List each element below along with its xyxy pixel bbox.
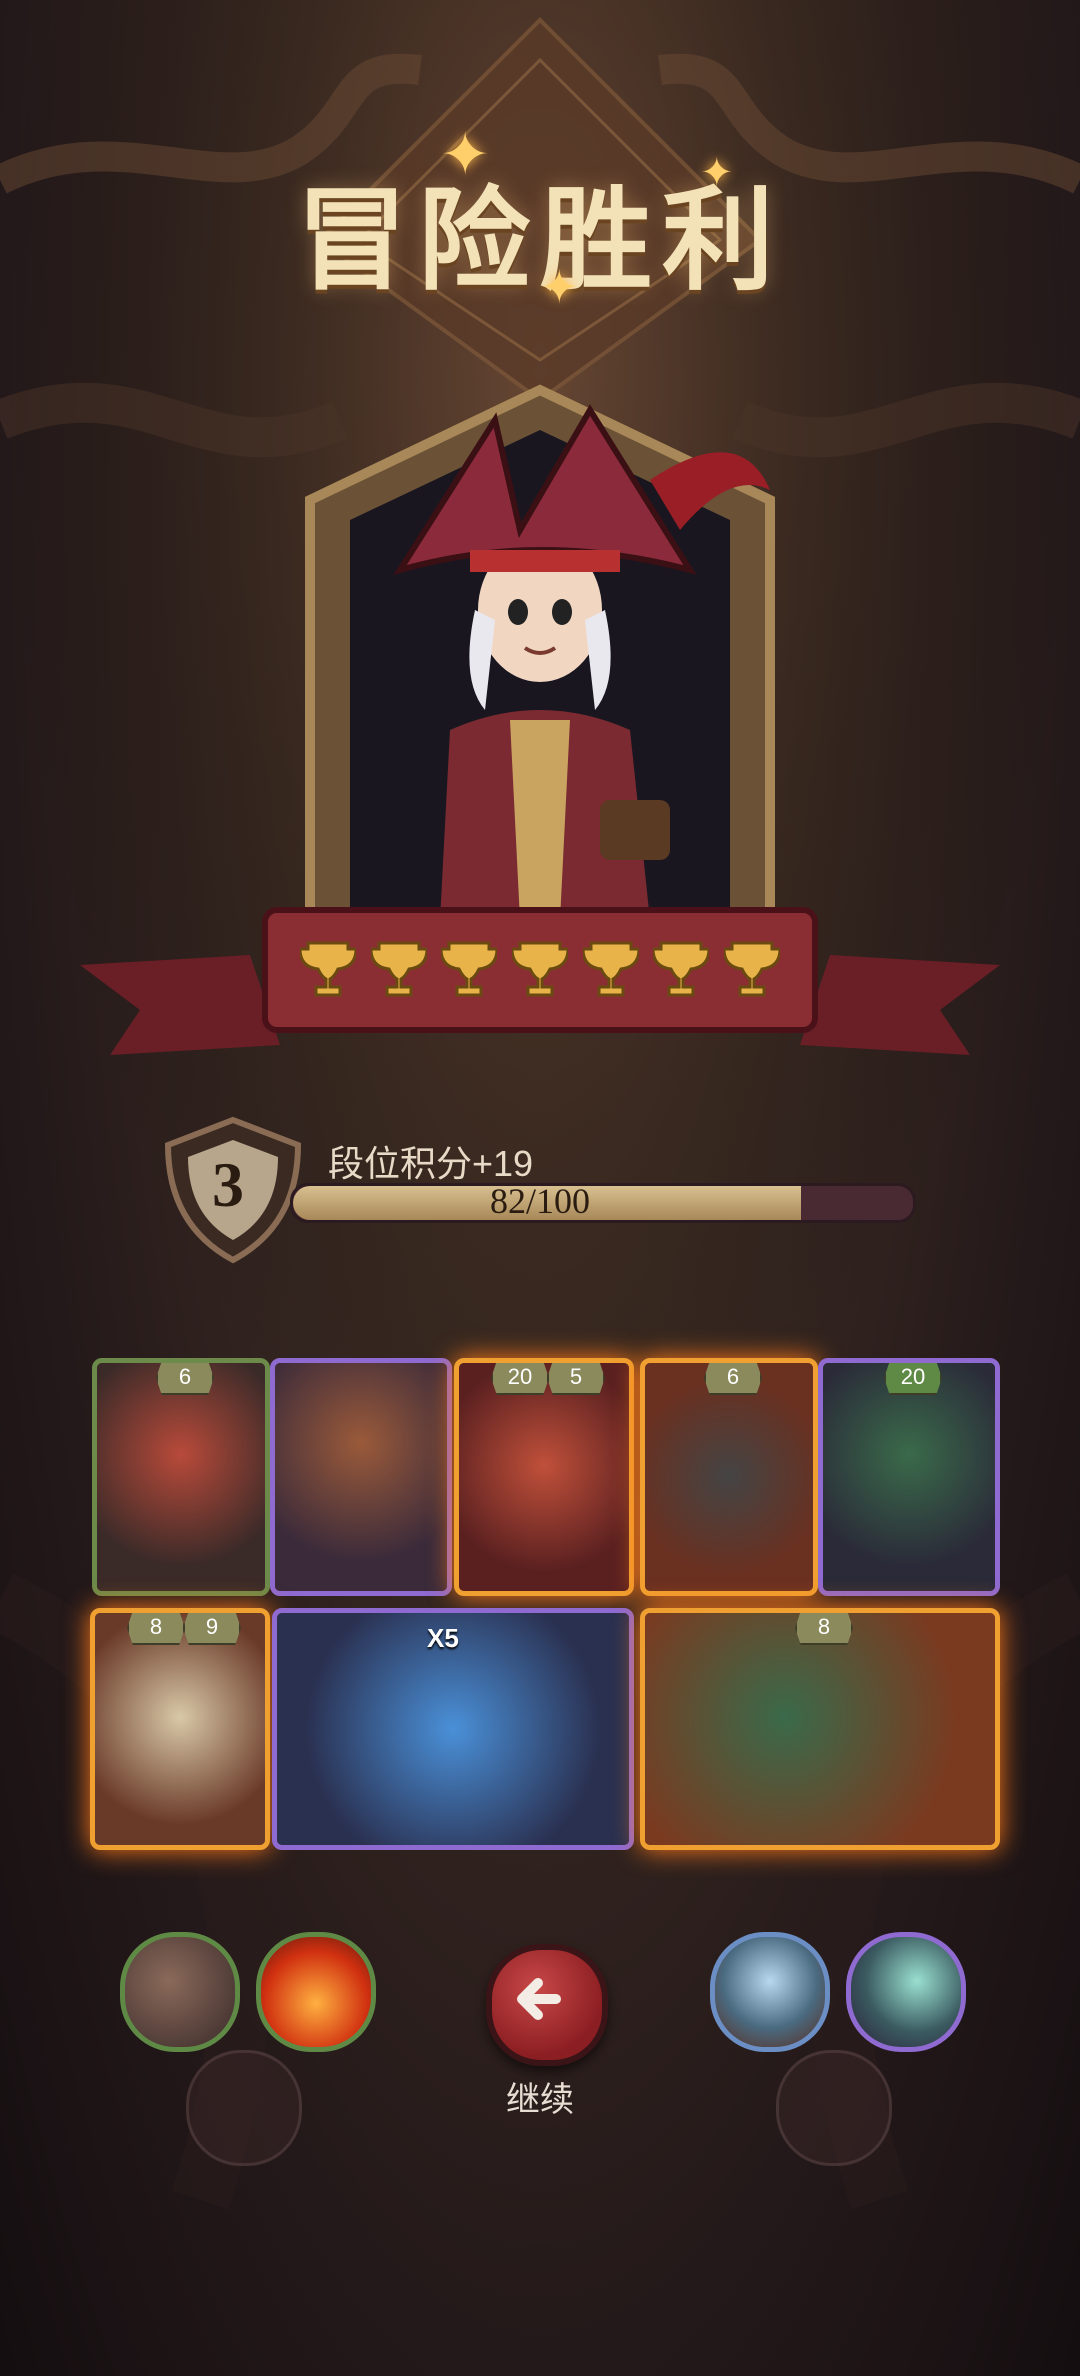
pelican-art-icon <box>95 1613 265 1845</box>
pelican-card[interactable]: 89 <box>90 1608 270 1850</box>
card-level-badge: 8 <box>795 1613 853 1645</box>
trophy-icon <box>441 941 498 997</box>
card-multiplier: X5 <box>427 1623 459 1653</box>
sparkle-icon: ✦ <box>440 121 491 188</box>
empty-slot-right <box>776 2050 892 2166</box>
card-level-badge: 9 <box>183 1613 241 1645</box>
card-level-badge: 20 <box>884 1363 942 1395</box>
trophy-row <box>300 932 780 1002</box>
sparkle-icon: ✦ <box>700 151 734 195</box>
rank-progress-text: 82/100 <box>489 1181 590 1221</box>
crab-art-icon <box>459 1363 629 1591</box>
continue-label: 继续 <box>506 2081 574 2119</box>
hero-portrait <box>270 380 810 940</box>
cat-mage-card[interactable]: 20 <box>818 1358 1000 1596</box>
cat-mage-art-icon <box>823 1363 995 1591</box>
sparkle-icon: ✦ <box>540 261 579 313</box>
empty-slot-left <box>186 2050 302 2166</box>
snake-witch-card[interactable]: 6 <box>92 1358 270 1596</box>
card-level-badge: 6 <box>704 1363 762 1395</box>
spider-art-icon <box>645 1363 813 1591</box>
rank-level: 3 <box>212 1149 244 1220</box>
parrot-art-icon <box>645 1613 995 1845</box>
trophy-icon <box>300 941 356 997</box>
trophy-icon <box>370 941 427 997</box>
spider-card[interactable]: 6 <box>640 1358 818 1596</box>
flame-skill-button[interactable] <box>256 1932 376 2052</box>
parrot-card[interactable]: 8 <box>640 1608 1000 1850</box>
crystal-skill-button[interactable] <box>710 1932 830 2052</box>
card-level-badge: 5 <box>547 1363 605 1395</box>
owl-card[interactable] <box>270 1358 452 1596</box>
clock-beast-card[interactable]: X5 <box>272 1608 634 1850</box>
owl-art-icon <box>275 1363 447 1591</box>
card-level-badge: 6 <box>156 1363 214 1395</box>
trophy-icon <box>653 941 710 997</box>
crab-card[interactable]: 20 5 <box>454 1358 634 1596</box>
dragon-scale-skill-button[interactable] <box>846 1932 966 2052</box>
rock-skill-button[interactable] <box>120 1932 240 2052</box>
card-level-badge: 20 <box>491 1363 549 1395</box>
trophy-icon <box>511 941 568 997</box>
arrow-left-icon <box>517 1978 561 2020</box>
snake-witch-art-icon <box>97 1363 265 1591</box>
trophy-icon <box>723 941 780 997</box>
card-level-badge: 8 <box>127 1613 185 1645</box>
continue-button[interactable] <box>486 1944 608 2066</box>
trophy-icon <box>582 941 639 997</box>
